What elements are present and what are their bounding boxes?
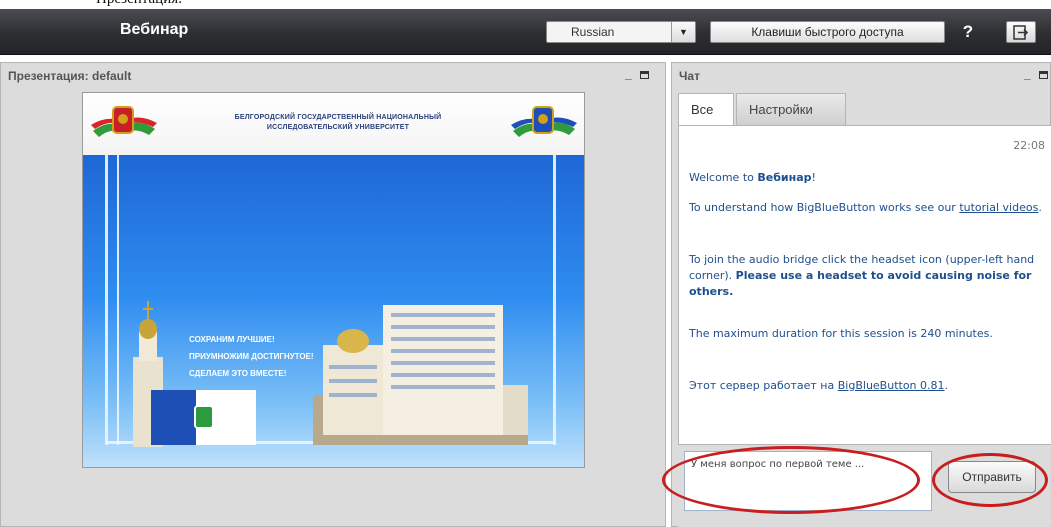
tab-settings[interactable]: Настройки <box>736 93 846 125</box>
server-prefix: Этот сервер работает на <box>689 379 838 392</box>
welcome-suffix: ! <box>811 171 816 184</box>
belgorod-emblem-icon <box>511 106 577 137</box>
university-building-icon <box>313 305 528 445</box>
tutorial-prefix: To understand how BigBlueButton works se… <box>689 201 960 214</box>
chat-messages: 22:08 Welcome to Вебинар! To understand … <box>678 125 1051 445</box>
chevron-down-icon[interactable]: ▼ <box>671 22 695 42</box>
slide-header-line2: ИССЛЕДОВАТЕЛЬСКИЙ УНИВЕРСИТЕТ <box>266 124 410 131</box>
slide-header-line1: БЕЛГОРОДСКИЙ ГОСУДАРСТВЕННЫЙ НАЦИОНАЛЬНЫ… <box>234 114 442 121</box>
shortcut-keys-button[interactable]: Клавиши быстрого доступа <box>710 21 945 43</box>
caption-text: Презентация: <box>96 0 182 8</box>
belgorod-flag-icon <box>151 390 256 445</box>
presentation-panel: Презентация: default _ БЕЛГОРОДСКИЙ ГОСУ… <box>0 62 666 527</box>
slide-body: СОХРАНИМ ЛУЧШИЕ! ПРИУМНОЖИМ ДОСТИГНУТОЕ!… <box>83 155 584 467</box>
duration-message: The maximum duration for this session is… <box>689 327 993 340</box>
minimize-icon[interactable]: _ <box>625 67 632 81</box>
tutorial-suffix: . <box>1038 201 1042 214</box>
language-select[interactable]: Russian ▼ <box>546 21 696 43</box>
server-message: Этот сервер работает на BigBlueButton 0.… <box>689 378 1043 394</box>
slogan-line1: СОХРАНИМ ЛУЧШИЕ! <box>189 335 275 344</box>
chat-title: Чат <box>679 69 700 83</box>
caption-strip: Презентация: <box>0 0 1051 9</box>
maximize-icon[interactable] <box>1038 70 1048 79</box>
input-highlight-ellipse <box>662 446 920 514</box>
server-suffix: . <box>944 379 949 392</box>
presentation-window-controls: _ <box>625 67 649 81</box>
audio-bold-text: Please use a headset to avoid causing no… <box>689 269 1032 298</box>
logout-button[interactable] <box>1006 21 1036 43</box>
presentation-slide: БЕЛГОРОДСКИЙ ГОСУДАРСТВЕННЫЙ НАЦИОНАЛЬНЫ… <box>82 92 585 468</box>
tutorial-message: To understand how BigBlueButton works se… <box>689 200 1043 216</box>
slide-frame-right <box>553 155 556 445</box>
slogan-line2: ПРИУМНОЖИМ ДОСТИГНУТОЕ! <box>189 352 314 361</box>
server-link[interactable]: BigBlueButton 0.81 <box>838 379 945 392</box>
slide-header-text: БЕЛГОРОДСКИЙ ГОСУДАРСТВЕННЫЙ НАЦИОНАЛЬНЫ… <box>178 113 498 133</box>
slide-frame-left-inner <box>117 155 119 445</box>
slide-slogan: СОХРАНИМ ЛУЧШИЕ! ПРИУМНОЖИМ ДОСТИГНУТОЕ!… <box>189 331 314 382</box>
language-label: Russian <box>571 25 615 39</box>
slide-header: БЕЛГОРОДСКИЙ ГОСУДАРСТВЕННЫЙ НАЦИОНАЛЬНЫ… <box>83 93 584 155</box>
app-title: Вебинар <box>120 21 189 38</box>
logout-icon <box>1013 25 1029 40</box>
minimize-icon[interactable]: _ <box>1024 67 1031 81</box>
welcome-message: Welcome to Вебинар! <box>689 170 1043 186</box>
chat-window-controls: _ <box>1024 67 1048 81</box>
audio-message: To join the audio bridge click the heads… <box>689 252 1043 300</box>
top-bar: Вебинар Russian ▼ Клавиши быстрого досту… <box>0 9 1051 55</box>
send-highlight-ellipse <box>932 453 1048 507</box>
tutorial-link[interactable]: tutorial videos <box>959 201 1038 214</box>
maximize-icon[interactable] <box>639 70 649 79</box>
message-timestamp: 22:08 <box>1013 139 1045 152</box>
presentation-title: Презентация: default <box>8 69 132 83</box>
help-button[interactable]: ? <box>954 19 982 45</box>
welcome-name: Вебинар <box>757 171 812 184</box>
welcome-prefix: Welcome to <box>689 171 758 184</box>
tab-all[interactable]: Все <box>678 93 734 126</box>
slide-frame-left <box>105 155 108 445</box>
slogan-line3: СДЕЛАЕМ ЭТО ВМЕСТЕ! <box>189 369 287 378</box>
russia-emblem-icon <box>91 106 157 137</box>
